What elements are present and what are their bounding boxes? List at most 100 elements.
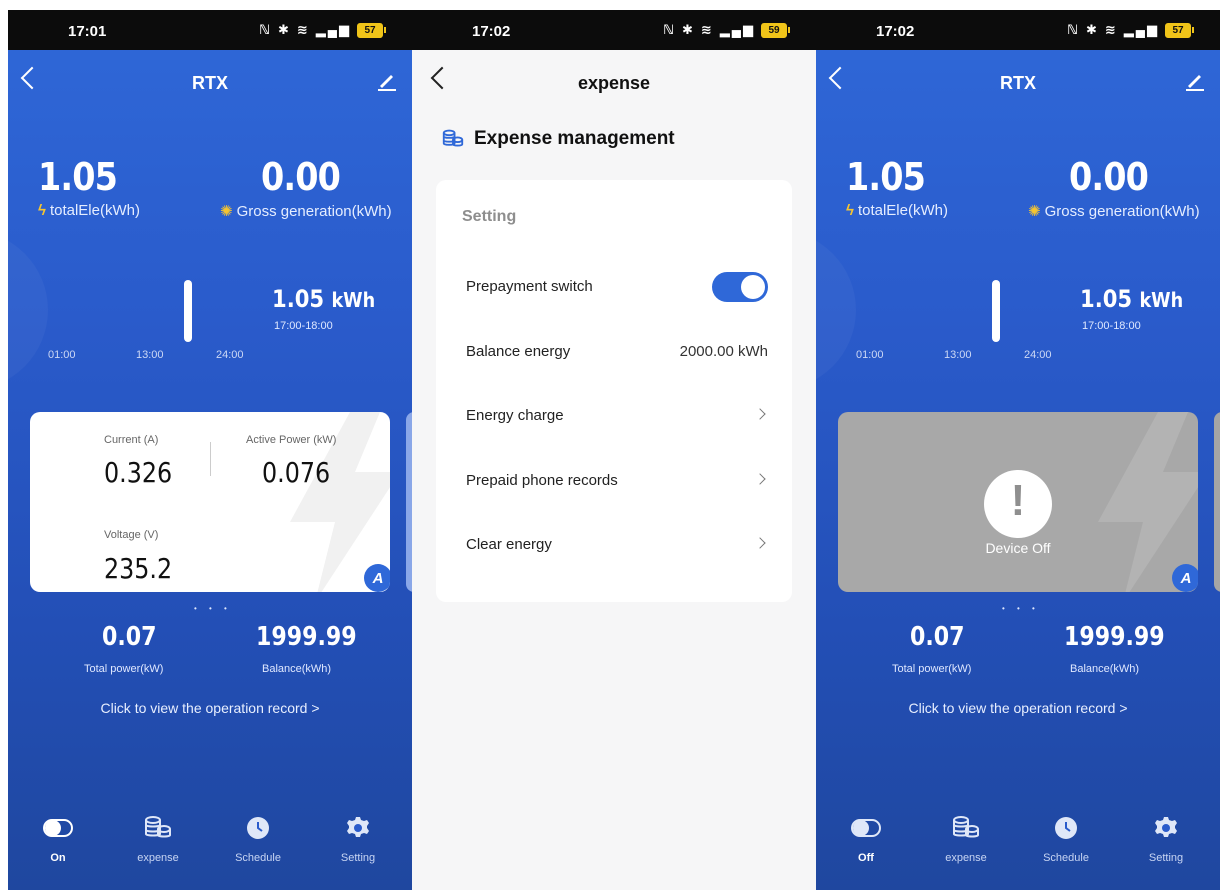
- clock-icon: [247, 817, 269, 839]
- top-header: expense: [412, 50, 816, 110]
- total-ele-label: ϟ totalEle(kWh): [846, 202, 948, 219]
- section-title-text: Expense management: [474, 128, 675, 149]
- usage-bar[interactable]: [992, 280, 1000, 342]
- edit-icon[interactable]: [376, 70, 398, 92]
- prepayment-toggle[interactable]: [712, 272, 768, 302]
- axis-tick: 24:00: [216, 349, 244, 361]
- operation-record-link[interactable]: Click to view the operation record >: [8, 700, 412, 716]
- tab-setting[interactable]: Setting: [308, 810, 408, 864]
- device-off-label: Device Off: [985, 540, 1051, 556]
- total-ele-value: 1.05: [846, 155, 926, 199]
- active-power-value: 0.076: [262, 456, 331, 489]
- readings-card[interactable]: Current (A) 0.326 Active Power (kW) 0.07…: [30, 412, 390, 592]
- tab-expense[interactable]: expense: [108, 810, 208, 864]
- total-ele-value: 1.05: [38, 155, 118, 199]
- axis-tick: 24:00: [1024, 349, 1052, 361]
- bar-time-range: 17:00-18:00: [274, 320, 333, 332]
- background-decoration: [816, 230, 856, 390]
- tab-schedule[interactable]: Schedule: [208, 810, 308, 864]
- axis-tick: 13:00: [944, 349, 972, 361]
- nfc-icon: ℕ: [1067, 22, 1080, 37]
- wifi-icon: ≋: [296, 22, 310, 37]
- prepayment-label: Prepayment switch: [466, 278, 593, 295]
- bottom-tab-bar: Off expense Schedule Setting: [816, 810, 1220, 880]
- tab-setting[interactable]: Setting: [1116, 810, 1216, 864]
- background-decoration: [8, 230, 48, 390]
- current-value: 0.326: [104, 456, 173, 489]
- card-divider: [210, 442, 211, 476]
- clock-icon: [1055, 817, 1077, 839]
- gross-gen-label: ✺ Gross generation(kWh): [1028, 203, 1200, 220]
- signal-icon: ▂▄▆: [315, 22, 351, 37]
- auto-badge[interactable]: A: [1172, 564, 1198, 592]
- status-time: 17:01: [68, 23, 107, 40]
- bar-reading: 1.05 kWh: [272, 285, 376, 313]
- page-title: RTX: [1000, 73, 1036, 93]
- chevron-right-icon: [754, 473, 766, 485]
- status-time: 17:02: [472, 23, 511, 40]
- next-card-peek[interactable]: [1214, 412, 1220, 592]
- tab-schedule[interactable]: Schedule: [1016, 810, 1116, 864]
- bluetooth-icon: ✱: [1085, 22, 1099, 37]
- auto-badge[interactable]: A: [364, 564, 390, 592]
- status-bar: 17:02 ℕ ✱ ≋ ▂▄▆ 59: [412, 10, 816, 50]
- status-time: 17:02: [876, 23, 915, 40]
- tab-expense[interactable]: expense: [916, 810, 1016, 864]
- status-icons: ℕ ✱ ≋ ▂▄▆ 57: [1067, 22, 1194, 38]
- gear-icon: [347, 817, 369, 837]
- energy-charge-label: Energy charge: [466, 407, 564, 424]
- page-title: RTX: [192, 73, 228, 93]
- pager-dots[interactable]: • • •: [1002, 604, 1040, 613]
- device-screen-off: 17:02 ℕ ✱ ≋ ▂▄▆ 57 RTX 1.05 ϟ totalEle(kW…: [816, 10, 1220, 890]
- battery-tip: [788, 27, 790, 33]
- voltage-value: 235.2: [104, 552, 173, 585]
- edit-icon[interactable]: [1184, 70, 1206, 92]
- clear-energy-label: Clear energy: [466, 536, 552, 553]
- usage-bar[interactable]: [184, 280, 192, 342]
- top-header: RTX: [816, 50, 1220, 110]
- wifi-icon: ≋: [700, 22, 714, 37]
- status-bar: 17:02 ℕ ✱ ≋ ▂▄▆ 57: [816, 10, 1220, 50]
- wifi-icon: ≋: [1104, 22, 1118, 37]
- chevron-right-icon: [754, 537, 766, 549]
- bar-reading: 1.05 kWh: [1080, 285, 1184, 313]
- prepaid-records-row[interactable]: Prepaid phone records: [466, 460, 768, 500]
- battery-icon: 59: [761, 22, 787, 38]
- pager-dots[interactable]: • • •: [194, 604, 232, 613]
- bolt-icon: ϟ: [38, 202, 46, 219]
- nfc-icon: ℕ: [259, 22, 272, 37]
- status-bar: 17:01 ℕ ✱ ≋ ▂▄▆ 57: [8, 10, 412, 50]
- toggle-icon: [43, 819, 73, 837]
- gross-gen-label: ✺ Gross generation(kWh): [220, 203, 392, 220]
- warning-icon: !: [984, 470, 1052, 538]
- total-power-value: 0.07: [102, 622, 157, 652]
- coins-icon: [442, 129, 464, 147]
- battery-icon: 57: [357, 22, 383, 38]
- toggle-knob: [741, 275, 765, 299]
- coins-icon: [953, 816, 979, 838]
- tab-label: Off: [858, 852, 874, 864]
- section-title: Expense management: [442, 128, 675, 150]
- axis-tick: 01:00: [856, 349, 884, 361]
- device-off-card[interactable]: ! Device Off A: [838, 412, 1198, 592]
- current-label: Current (A): [104, 434, 159, 446]
- operation-record-link[interactable]: Click to view the operation record >: [816, 700, 1220, 716]
- total-power-value: 0.07: [910, 622, 965, 652]
- tab-label: Setting: [340, 852, 376, 864]
- tab-off[interactable]: Off: [816, 810, 916, 864]
- page-title: expense: [577, 73, 651, 93]
- prepayment-switch-row: Prepayment switch: [466, 266, 768, 306]
- expense-screen: 17:02 ℕ ✱ ≋ ▂▄▆ 59 expense Expense manag…: [412, 10, 816, 890]
- balance-label: Balance(kWh): [262, 663, 332, 675]
- bottom-tab-bar: On expense Schedule Setting: [8, 810, 412, 880]
- gross-gen-value: 0.00: [1069, 155, 1149, 199]
- axis-tick: 13:00: [136, 349, 164, 361]
- clear-energy-row[interactable]: Clear energy: [466, 524, 768, 564]
- gross-gen-value: 0.00: [261, 155, 341, 199]
- tab-on[interactable]: On: [8, 810, 108, 864]
- status-icons: ℕ ✱ ≋ ▂▄▆ 59: [663, 22, 790, 38]
- device-screen-on: 17:01 ℕ ✱ ≋ ▂▄▆ 57 RTX 1.05 ϟ totalEle(kW…: [8, 10, 412, 890]
- bar-time-range: 17:00-18:00: [1082, 320, 1141, 332]
- energy-charge-row[interactable]: Energy charge: [466, 395, 768, 435]
- battery-tip: [384, 27, 386, 33]
